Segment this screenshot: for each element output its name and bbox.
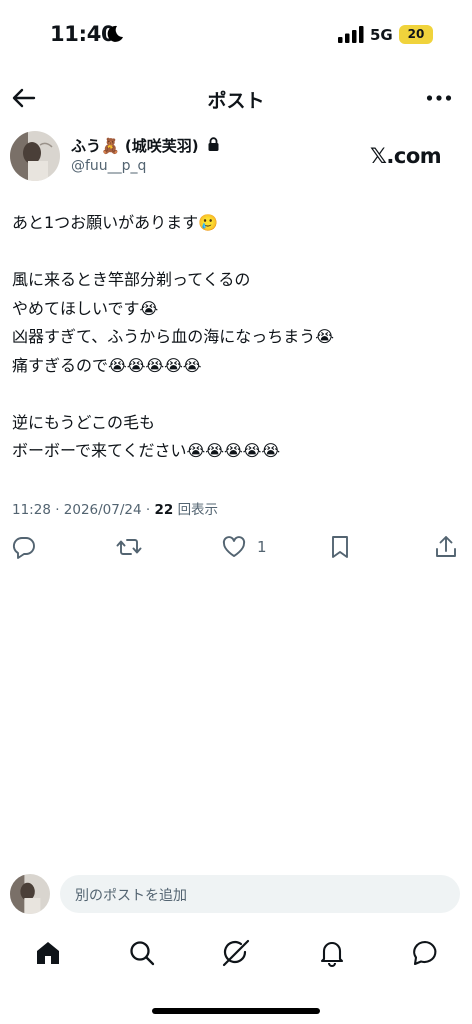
- signal-icon: [338, 26, 364, 43]
- tweet-line: [12, 238, 462, 267]
- search-icon[interactable]: [127, 938, 157, 968]
- moon-icon: [106, 25, 124, 43]
- reply-placeholder: 別のポストを追加: [75, 888, 187, 904]
- battery-indicator: 20: [399, 25, 433, 44]
- notifications-icon[interactable]: [317, 938, 347, 968]
- avatar[interactable]: [10, 131, 60, 181]
- tweet-line: やめてほしいです😭: [12, 298, 159, 318]
- views-label: 回表示: [177, 502, 219, 518]
- tweet-line: あと1つお願いがあります🥲: [12, 213, 219, 232]
- like-icon[interactable]: [221, 534, 247, 560]
- tweet-line: ボーボーで来てください😭😭😭😭😭: [12, 441, 281, 460]
- repost-icon[interactable]: [116, 534, 142, 560]
- share-icon[interactable]: [433, 534, 459, 560]
- back-button[interactable]: [10, 84, 38, 112]
- reply-input[interactable]: 別のポストを追加: [60, 875, 460, 913]
- bookmark-icon[interactable]: [327, 534, 353, 560]
- display-name[interactable]: ふう🧸 (城咲芙羽): [71, 135, 199, 156]
- lock-icon: [207, 137, 220, 151]
- like-count: 1: [257, 538, 267, 556]
- battery-level: 20: [407, 27, 425, 41]
- more-options-icon[interactable]: [426, 90, 452, 106]
- reply-icon[interactable]: [11, 534, 37, 560]
- tweet-line: 凶器すぎて、ふうから血の海になっちまう😭: [12, 327, 334, 346]
- messages-icon[interactable]: [410, 938, 440, 968]
- tweet-line: 痛すぎるので😭😭😭😭😭: [12, 355, 202, 375]
- reply-avatar: [10, 874, 50, 914]
- user-handle[interactable]: @fuu__p_q: [71, 158, 146, 174]
- tweet-meta: 11:28 · 2026/07/24 · 22 回表示: [12, 502, 219, 518]
- view-count: 22: [154, 502, 174, 518]
- x-com-badge: 𝕏.com: [370, 144, 442, 168]
- tweet-line: 風に来るとき竿部分剃ってくるの: [12, 270, 251, 289]
- home-indicator: [152, 1008, 320, 1014]
- tweet-text: あと1つお願いがあります🥲 風に来るとき竿部分剃ってくるの やめてほしいです😭 …: [12, 209, 462, 466]
- home-icon[interactable]: [33, 938, 63, 968]
- network-label: 5G: [370, 26, 393, 44]
- tweet-line: 逆にもうどこの毛も: [12, 412, 156, 432]
- tweet-date[interactable]: 2026/07/24: [64, 502, 142, 518]
- page-title: ポスト: [207, 90, 265, 112]
- tweet-line: [12, 380, 462, 409]
- tweet-time[interactable]: 11:28: [12, 502, 51, 518]
- grok-icon[interactable]: [221, 938, 251, 968]
